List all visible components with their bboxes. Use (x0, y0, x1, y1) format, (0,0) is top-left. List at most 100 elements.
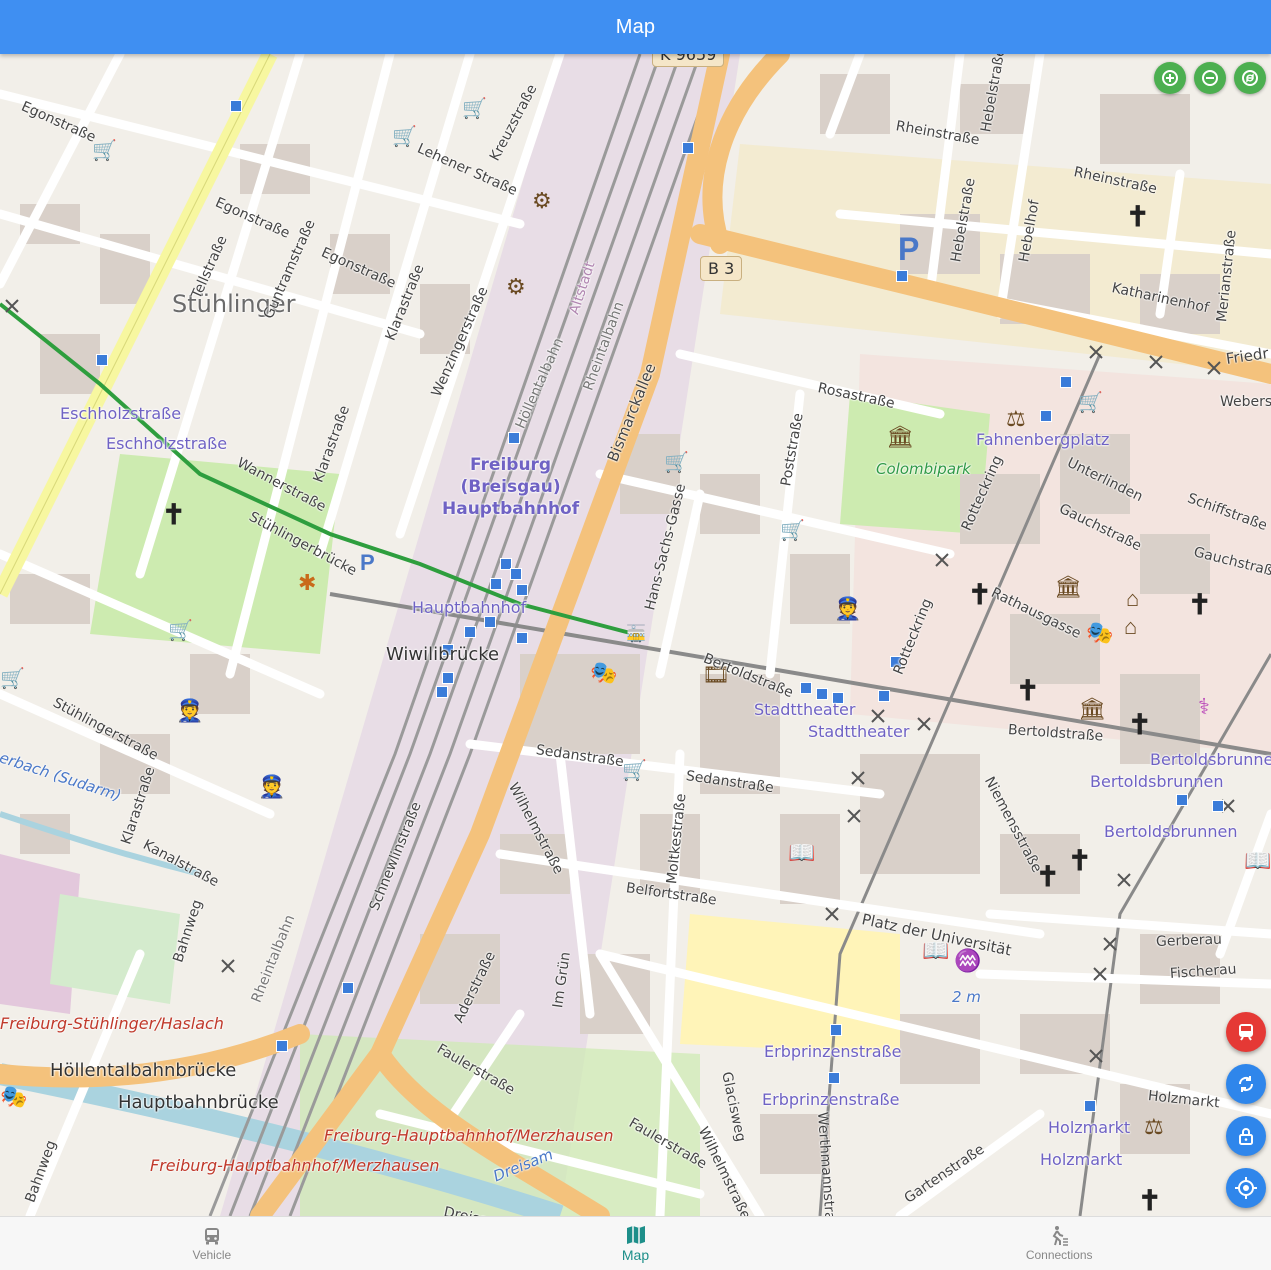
stop-marker[interactable] (1212, 800, 1224, 812)
church-icon[interactable]: ✝ (1128, 711, 1151, 739)
walk-icon (1048, 1225, 1070, 1247)
stop-marker[interactable] (96, 354, 108, 366)
stop-marker[interactable] (830, 1024, 842, 1036)
pharmacy-icon[interactable]: ⚕ (1198, 696, 1210, 718)
courthouse-icon[interactable]: ⚖ (1144, 1116, 1164, 1138)
map-view[interactable]: 🛒 🛒 🛒 🛒 🛒 🛒 🛒 🛒 🛒 ⚙ ⚙ ✝ ✝ ✝ ✝ ✝ ✝ ✝ ✝ ✝ … (0, 54, 1271, 1216)
shop-icon[interactable]: 🛒 (462, 98, 487, 120)
police-icon[interactable]: 👮 (834, 598, 861, 620)
stop-marker[interactable] (342, 982, 354, 994)
stop-marker[interactable] (484, 616, 496, 628)
library-icon[interactable]: 📖 (1244, 850, 1271, 872)
zoom-in-button[interactable] (1154, 62, 1186, 94)
road-shield: K 9659 (652, 54, 725, 67)
townhall-icon[interactable]: ⌂ (1124, 616, 1137, 638)
stop-marker[interactable] (436, 686, 448, 698)
rail-stop-label: Freiburg-Stühlinger/Haslach (0, 1014, 224, 1033)
theatre-icon[interactable]: 🎭 (1086, 622, 1113, 644)
nav-item-connections[interactable]: Connections (847, 1217, 1271, 1270)
viewpoint-icon[interactable]: ✱ (298, 572, 316, 594)
stop-marker[interactable] (442, 672, 454, 684)
library-icon[interactable]: 📖 (788, 842, 815, 864)
sync-button[interactable] (1226, 1064, 1266, 1104)
stop-marker[interactable] (464, 626, 476, 638)
nav-item-vehicle[interactable]: Vehicle (0, 1217, 424, 1270)
stop-marker[interactable] (490, 578, 502, 590)
shop-icon[interactable]: 🛒 (168, 620, 193, 642)
train-button[interactable] (1226, 1012, 1266, 1052)
shop-icon[interactable]: 🛒 (0, 668, 25, 690)
stop-marker[interactable] (510, 568, 522, 580)
museum-icon[interactable]: 🏛 (1054, 576, 1082, 598)
stop-marker[interactable] (1176, 794, 1188, 806)
museum-icon[interactable]: 🏛 (886, 426, 914, 448)
stop-marker[interactable] (516, 584, 528, 596)
shop-icon[interactable]: 🛒 (780, 520, 805, 542)
church-icon[interactable]: ✝ (1138, 1187, 1161, 1215)
stop-label: Stadttheater (754, 700, 856, 719)
stop-marker[interactable] (508, 432, 520, 444)
police-icon[interactable]: 👮 (258, 776, 285, 798)
stop-marker[interactable] (1060, 376, 1072, 388)
parking-icon[interactable]: P (898, 233, 919, 265)
parking-icon[interactable]: P (360, 552, 375, 574)
theatre-icon[interactable]: 🎭 (0, 1086, 27, 1108)
road-shield: B 3 (700, 256, 743, 281)
townhall-icon[interactable]: ⌂ (1126, 588, 1139, 610)
bridge-label: Hauptbahnbrücke (118, 1092, 279, 1113)
church-icon[interactable]: ✝ (162, 501, 185, 529)
stop-label: Eschholzstraße (106, 434, 228, 453)
stop-marker[interactable] (682, 142, 694, 154)
my-location-icon (1235, 1177, 1257, 1199)
nav-label: Map (621, 1247, 650, 1263)
water-level-icon[interactable]: ♒ (954, 950, 981, 972)
bus-icon (202, 1225, 222, 1247)
station-label: Freiburg (Breisgau) Hauptbahnhof (442, 454, 579, 520)
police-icon[interactable]: 👮 (176, 700, 203, 722)
church-icon[interactable]: ✝ (1068, 847, 1091, 875)
church-icon[interactable]: ✝ (1016, 677, 1039, 705)
fountain-icon[interactable]: ⚙ (532, 190, 552, 212)
stop-label: Bertoldsbrunnen (1150, 750, 1271, 769)
stop-marker[interactable] (878, 690, 890, 702)
vehicle-position-icon[interactable]: 🚋 (626, 624, 646, 646)
stop-label: Bertoldsbrunnen (1104, 822, 1238, 841)
rail-stop-label: Freiburg-Hauptbahnhof/Merzhausen (150, 1156, 440, 1175)
stop-label: Hauptbahnhof (412, 598, 527, 617)
zoom-out-button[interactable] (1194, 62, 1226, 94)
stop-marker[interactable] (896, 270, 908, 282)
stop-label: Eschholzstraße (60, 404, 182, 423)
lock-button[interactable] (1226, 1116, 1266, 1156)
stop-label: Fahnenbergplatz (976, 430, 1110, 449)
theatre-icon[interactable]: 🎭 (590, 662, 617, 684)
nav-label: Vehicle (192, 1248, 232, 1262)
stop-marker[interactable] (1040, 410, 1052, 422)
stop-marker[interactable] (230, 100, 242, 112)
nav-label: Connections (1025, 1248, 1093, 1262)
zoom-in-icon (1162, 70, 1178, 86)
courthouse-icon[interactable]: ⚖ (1006, 408, 1026, 430)
shop-icon[interactable]: 🛒 (1078, 392, 1103, 414)
nav-item-map[interactable]: Map (424, 1217, 848, 1270)
shop-icon[interactable]: 🛒 (392, 126, 417, 148)
lock-open-icon (1239, 1128, 1253, 1145)
stop-marker[interactable] (516, 632, 528, 644)
church-icon[interactable]: ✝ (1188, 591, 1211, 619)
church-icon[interactable]: ✝ (1126, 203, 1149, 231)
shop-icon[interactable]: 🛒 (664, 452, 689, 474)
stop-marker[interactable] (828, 1072, 840, 1084)
refresh-map-button[interactable] (1234, 62, 1266, 94)
stop-marker[interactable] (816, 688, 828, 700)
stop-marker[interactable] (1084, 1100, 1096, 1112)
church-icon[interactable]: ✝ (968, 581, 991, 609)
shop-icon[interactable]: 🛒 (622, 760, 647, 782)
station-name-line2: (Breisgau) (460, 477, 561, 497)
shop-icon[interactable]: 🛒 (92, 140, 117, 162)
museum-icon[interactable]: 🏛 (1078, 698, 1106, 720)
sync-icon (1238, 1076, 1254, 1092)
stop-marker[interactable] (276, 1040, 288, 1052)
fountain-icon[interactable]: ⚙ (506, 276, 526, 298)
my-location-button[interactable] (1226, 1168, 1266, 1208)
bottom-navigation: Vehicle Map Connections (0, 1216, 1271, 1270)
stop-marker[interactable] (800, 682, 812, 694)
